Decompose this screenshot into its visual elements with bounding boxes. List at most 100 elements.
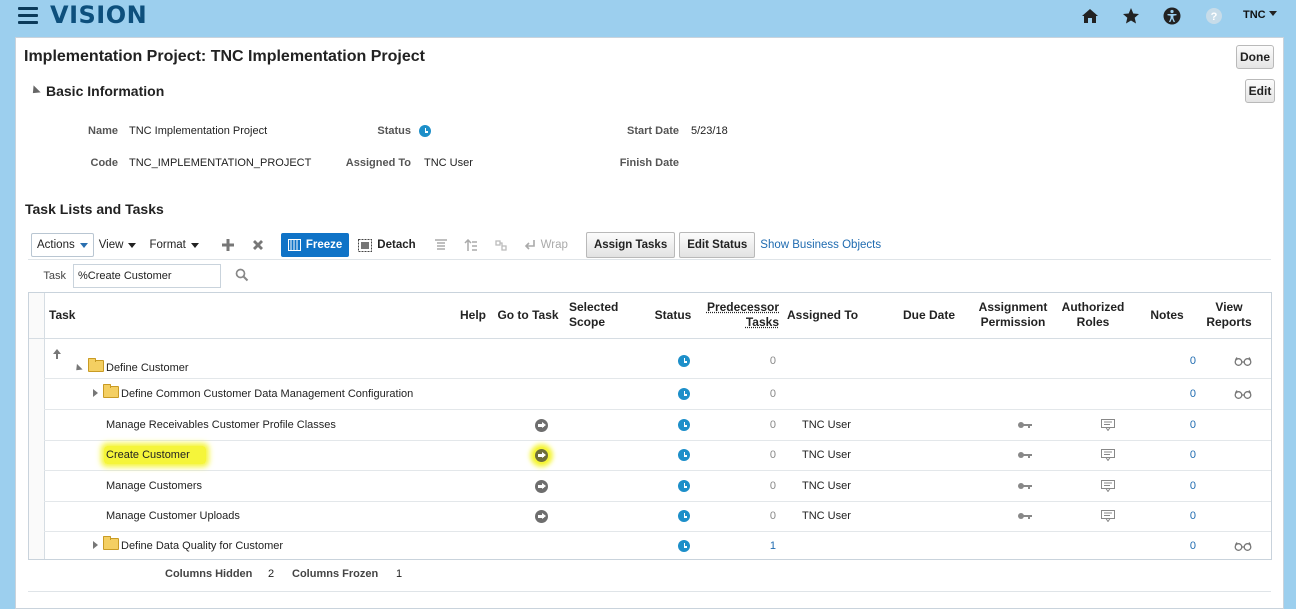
add-icon[interactable] <box>221 238 235 252</box>
status-clock-icon[interactable] <box>678 355 690 370</box>
table-row[interactable]: Define Data Quality for Customer 1 0 <box>44 531 1271 561</box>
go-to-task-icon[interactable] <box>535 480 548 493</box>
delete-icon[interactable] <box>251 238 265 252</box>
columns-hidden-label: Columns Hidden <box>165 568 253 580</box>
collapsed-triangle-icon <box>93 541 98 549</box>
table-header: Task Help Go to Task Selected Scope Stat… <box>29 293 1271 339</box>
highlighted-task-name: Create Customer <box>104 446 206 464</box>
format-menu[interactable]: Format <box>149 239 199 251</box>
assign-tasks-button[interactable]: Assign Tasks <box>585 232 676 258</box>
notes-link[interactable]: 0 <box>1184 388 1196 400</box>
help-icon[interactable]: ? <box>1204 6 1224 26</box>
wrap-button[interactable]: Wrap <box>524 239 568 251</box>
roles-icon[interactable] <box>1101 419 1115 431</box>
notes-link[interactable]: 0 <box>1184 355 1196 367</box>
table-row[interactable]: Manage Customers 0 TNC User 0 <box>44 471 1271 502</box>
col-due-date[interactable]: Due Date <box>897 308 961 323</box>
view-menu[interactable]: View <box>99 239 137 251</box>
wrap-icon <box>524 240 535 250</box>
col-view-reports[interactable]: View Reports <box>1199 300 1259 330</box>
assigned-to-value: TNC User <box>802 419 851 431</box>
assign-tasks-label: Assign Tasks <box>593 239 668 251</box>
edit-status-label: Edit Status <box>687 239 748 251</box>
roles-icon[interactable] <box>1101 449 1115 461</box>
col-selected-scope[interactable]: Selected Scope <box>569 300 625 330</box>
col-authorized-roles[interactable]: Authorized Roles <box>1057 300 1129 330</box>
edit-button[interactable]: Edit <box>1245 79 1275 103</box>
status-clock-icon[interactable] <box>678 388 690 403</box>
go-to-top-icon[interactable] <box>494 239 508 252</box>
col-help[interactable]: Help <box>457 308 489 323</box>
table-row[interactable]: Manage Receivables Customer Profile Clas… <box>44 410 1271 441</box>
table-row[interactable]: Define Common Customer Data Management C… <box>44 379 1271 410</box>
freeze-button[interactable]: Freeze <box>280 233 350 257</box>
svg-text:?: ? <box>1211 11 1218 23</box>
notes-link[interactable]: 0 <box>1184 540 1196 552</box>
col-assigned-to[interactable]: Assigned To <box>787 308 858 323</box>
scroll-to-first-icon[interactable] <box>434 238 448 252</box>
status-clock-icon[interactable] <box>678 480 690 495</box>
table-row[interactable]: Define Customer 0 0 <box>44 344 1271 379</box>
scroll-to-last-icon[interactable] <box>464 238 478 252</box>
go-to-task-icon[interactable] <box>535 419 548 432</box>
col-notes[interactable]: Notes <box>1139 308 1195 323</box>
edit-status-button[interactable]: Edit Status <box>679 232 756 258</box>
col-go-to-task[interactable]: Go to Task <box>494 308 562 323</box>
notes-link[interactable]: 0 <box>1184 449 1196 461</box>
freeze-label: Freeze <box>305 239 343 251</box>
menu-icon[interactable] <box>18 7 38 25</box>
notes-link[interactable]: 0 <box>1184 419 1196 431</box>
task-name-link[interactable]: Manage Receivables Customer Profile Clas… <box>106 419 336 431</box>
tree-node[interactable]: Define Customer <box>73 358 189 374</box>
home-icon[interactable] <box>1080 6 1100 26</box>
task-name-link[interactable]: Manage Customers <box>106 480 202 492</box>
actions-menu[interactable]: Actions <box>31 233 94 257</box>
status-clock-icon[interactable] <box>678 540 690 555</box>
notes-link[interactable]: 0 <box>1184 480 1196 492</box>
basic-info-header[interactable]: Basic Information <box>29 83 164 99</box>
status-clock-icon[interactable] <box>678 510 690 525</box>
key-icon[interactable] <box>1017 451 1033 459</box>
col-predecessor-tasks[interactable]: Predecessor Tasks <box>701 300 779 330</box>
status-clock-icon[interactable] <box>678 419 690 434</box>
col-task[interactable]: Task <box>49 308 75 323</box>
page-title: Implementation Project: TNC Implementati… <box>24 48 425 65</box>
brand-logo[interactable]: VISION <box>50 1 147 29</box>
table-row[interactable]: Manage Customer Uploads 0 TNC User 0 <box>44 501 1271 532</box>
show-business-objects-link[interactable]: Show Business Objects <box>760 239 881 251</box>
user-menu[interactable]: TNC <box>1243 9 1277 21</box>
view-reports-icon[interactable] <box>1234 389 1252 399</box>
view-reports-icon[interactable] <box>1234 541 1252 551</box>
task-search-input[interactable] <box>73 264 221 288</box>
key-icon[interactable] <box>1017 421 1033 429</box>
tree-node[interactable]: Define Common Customer Data Management C… <box>93 384 414 400</box>
status-clock-icon[interactable] <box>678 449 690 464</box>
go-to-task-icon[interactable] <box>535 449 548 462</box>
start-date-label: Start Date <box>627 125 679 137</box>
status-label: Status <box>377 125 411 137</box>
key-icon[interactable] <box>1017 482 1033 490</box>
collapse-triangle-icon <box>29 85 41 97</box>
done-button[interactable]: Done <box>1236 45 1274 69</box>
task-name-link[interactable]: Manage Customer Uploads <box>106 510 240 522</box>
task-name: Define Common Customer Data Management C… <box>121 388 414 400</box>
key-icon[interactable] <box>1017 512 1033 520</box>
detach-button[interactable]: Detach <box>358 238 416 252</box>
predecessor-link[interactable]: 1 <box>744 540 776 552</box>
roles-icon[interactable] <box>1101 510 1115 522</box>
table-row[interactable]: Create Customer 0 TNC User 0 <box>44 440 1271 471</box>
search-icon[interactable] <box>235 268 249 285</box>
go-up-icon[interactable] <box>52 348 62 363</box>
favorites-star-icon[interactable] <box>1121 6 1141 26</box>
task-name-link[interactable]: Create Customer <box>104 446 206 464</box>
roles-icon[interactable] <box>1101 480 1115 492</box>
col-assignment-permission[interactable]: Assignment Permission <box>969 300 1057 330</box>
view-reports-icon[interactable] <box>1234 356 1252 366</box>
chevron-down-icon <box>1268 11 1277 16</box>
col-status[interactable]: Status <box>649 308 697 323</box>
wrap-label: Wrap <box>540 239 568 251</box>
accessibility-icon[interactable] <box>1162 6 1182 26</box>
go-to-task-icon[interactable] <box>535 510 548 523</box>
tree-node[interactable]: Define Data Quality for Customer <box>93 536 283 552</box>
notes-link[interactable]: 0 <box>1184 510 1196 522</box>
